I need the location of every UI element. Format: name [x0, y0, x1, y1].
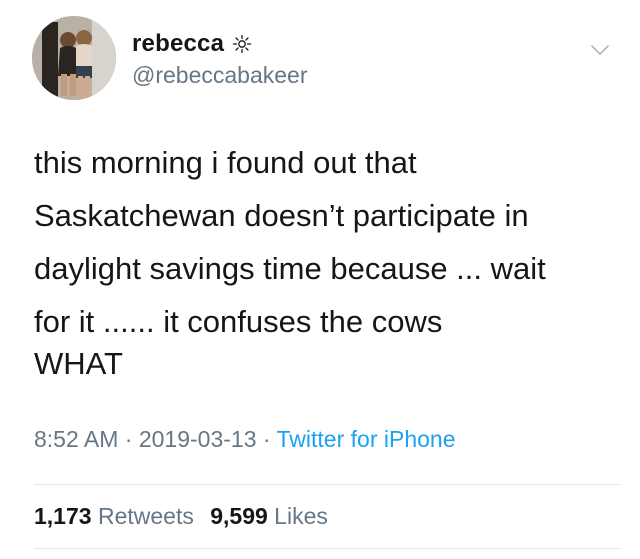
name-row: rebecca: [132, 30, 252, 58]
meta-separator: ·: [118, 426, 139, 452]
tweet-header: rebecca @rebeccabakeer: [32, 16, 622, 106]
tweet-date[interactable]: 2019-03-13: [139, 426, 257, 452]
tweet-card: rebecca @rebeccabakeer this morning i fo…: [0, 0, 640, 559]
tweet-source-link[interactable]: Twitter for iPhone: [277, 426, 456, 452]
retweets-stat[interactable]: 1,173 Retweets: [34, 503, 200, 529]
profile-photo-icon: [32, 16, 116, 100]
tweet-text-line: Saskatchewan doesn’t participate in: [34, 198, 529, 233]
tweet-time[interactable]: 8:52 AM: [34, 426, 118, 452]
tweet-meta: 8:52 AM · 2019-03-13 · Twitter for iPhon…: [34, 426, 456, 453]
likes-label: Likes: [274, 503, 328, 529]
display-name[interactable]: rebecca: [132, 30, 224, 58]
sun-icon: [232, 34, 252, 54]
tweet-text: this morning i found out that Saskatchew…: [34, 136, 614, 348]
tweet-text-line: daylight savings time because ... wait: [34, 251, 546, 286]
tweet-text-line: for it ...... it confuses the cows: [34, 304, 443, 339]
tweet-stats: 1,173 Retweets 9,599 Likes: [34, 503, 328, 530]
retweets-count: 1,173: [34, 503, 92, 529]
tweet-text-line: this morning i found out that: [34, 145, 417, 180]
likes-count: 9,599: [210, 503, 268, 529]
likes-stat[interactable]: 9,599 Likes: [210, 503, 328, 529]
divider: [34, 484, 620, 485]
divider: [34, 548, 620, 549]
retweets-label: Retweets: [97, 503, 194, 529]
avatar[interactable]: [32, 16, 116, 100]
user-handle[interactable]: @rebeccabakeer: [132, 62, 308, 89]
tweet-text-shout: WHAT: [34, 346, 123, 381]
meta-separator: ·: [256, 426, 277, 452]
chevron-down-icon[interactable]: [588, 38, 612, 62]
